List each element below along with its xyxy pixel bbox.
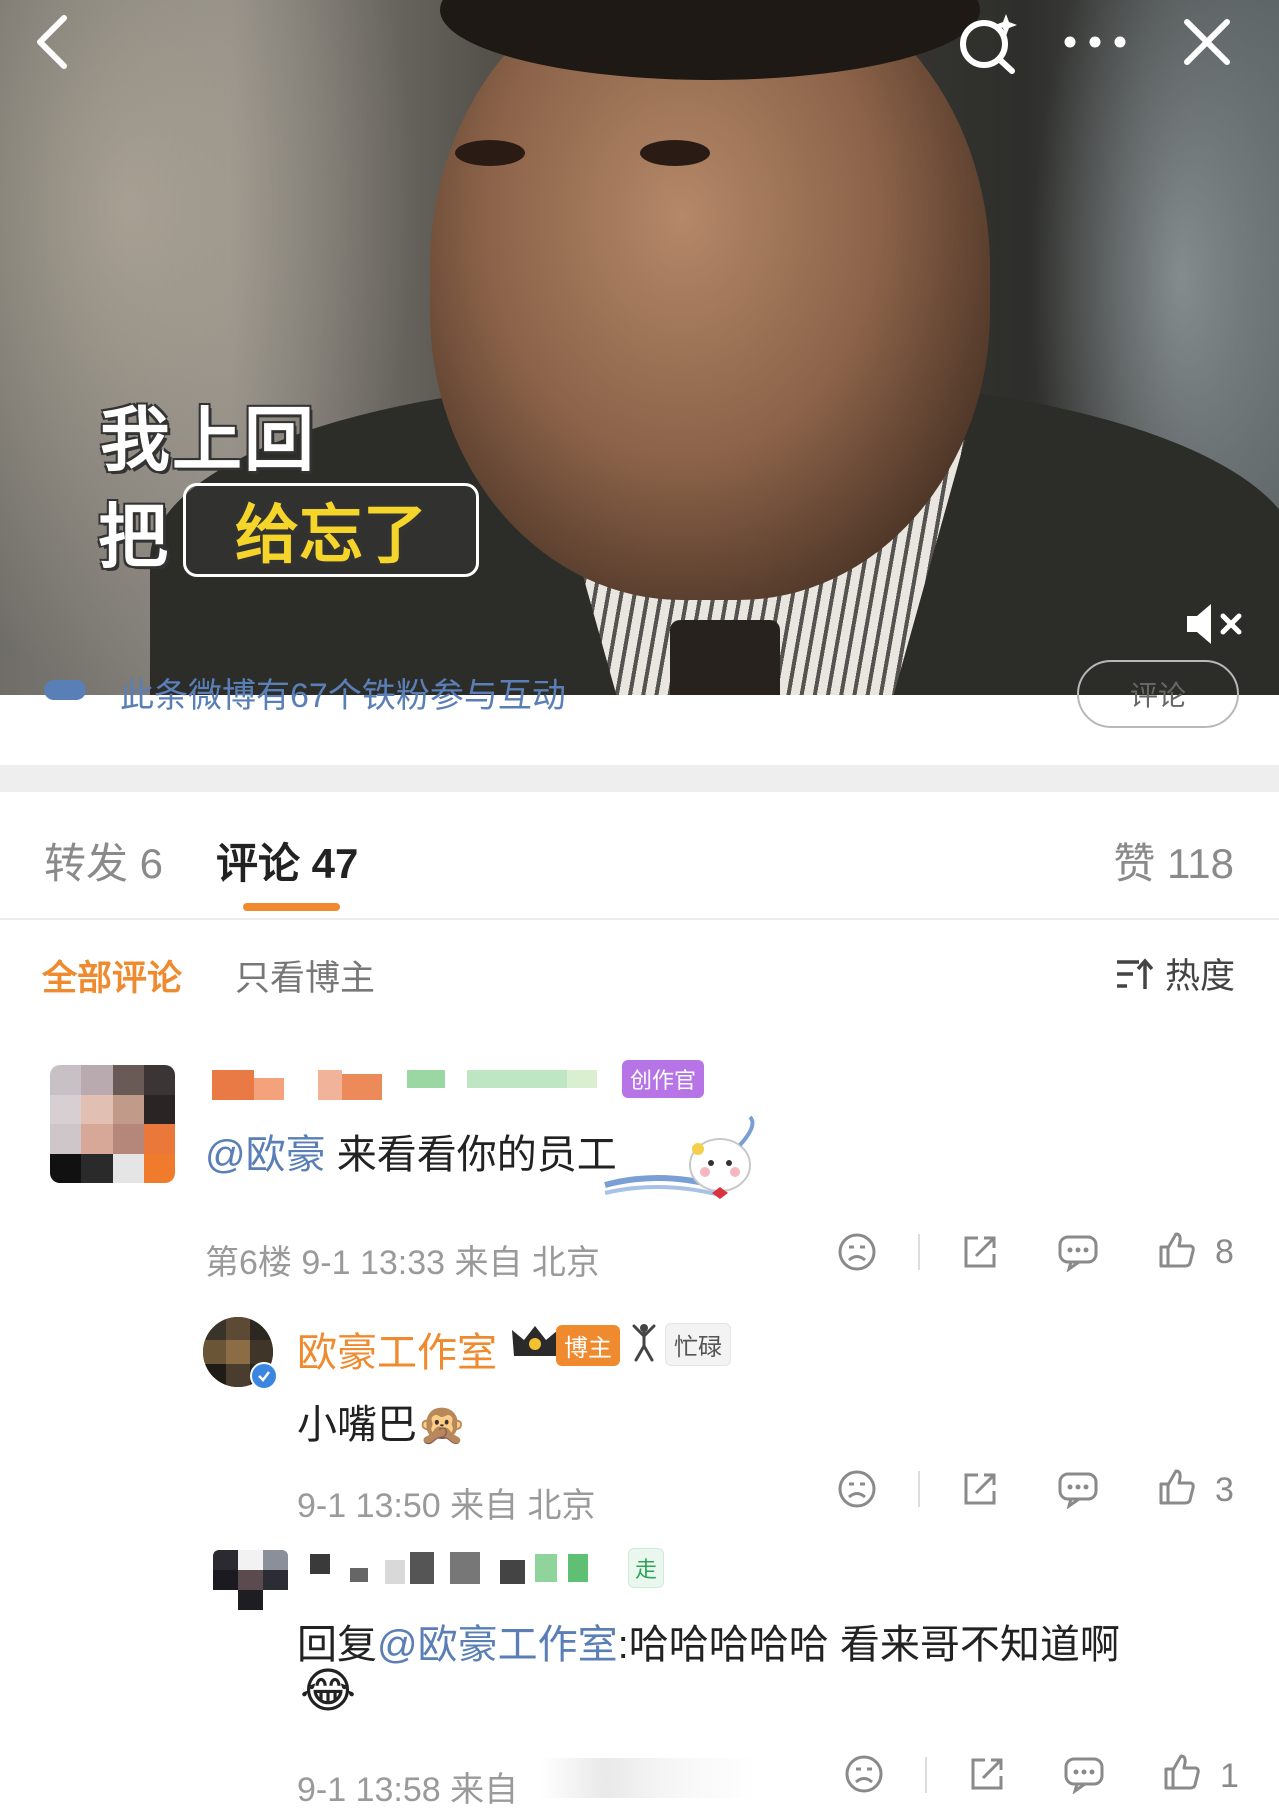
tab-reposts[interactable]: 转发 6	[44, 830, 163, 891]
filter-all-comments[interactable]: 全部评论	[42, 950, 182, 1001]
video-caption-line2: 把	[98, 498, 168, 576]
action-separator	[925, 1757, 927, 1793]
verified-icon	[250, 1362, 278, 1390]
back-chevron-icon	[37, 15, 67, 69]
share-icon	[971, 1758, 1003, 1790]
like-count: 3	[1215, 1471, 1234, 1509]
close-button[interactable]	[1175, 10, 1239, 74]
muted-speaker-icon	[1187, 604, 1242, 644]
back-button[interactable]	[20, 10, 84, 74]
like-count: 8	[1215, 1233, 1234, 1271]
share-button[interactable]	[958, 1467, 1002, 1511]
video-figure-tie	[670, 620, 780, 695]
action-separator	[918, 1471, 920, 1507]
comment-text: @欧豪 来看看你的员工	[205, 1122, 617, 1180]
mute-toggle-button[interactable]	[1180, 596, 1250, 652]
comment-body: 来看看你的员工	[325, 1133, 617, 1177]
section-divider	[0, 765, 1279, 792]
creator-badge: 创作官	[622, 1060, 705, 1098]
sort-label: 热度	[1164, 957, 1235, 996]
laughing-emoji: 😂	[300, 1665, 357, 1718]
comment-bubble-icon	[1058, 1472, 1098, 1509]
comment-body: :哈哈哈哈哈 看来哥不知道啊	[617, 1623, 1120, 1667]
share-button[interactable]	[965, 1752, 1009, 1796]
author-badge: 博主	[556, 1325, 620, 1366]
mention-link[interactable]: @欧豪	[205, 1133, 326, 1177]
like-button[interactable]	[1155, 1465, 1199, 1509]
sad-face-icon	[845, 1755, 883, 1793]
like-button[interactable]	[1160, 1750, 1204, 1794]
comment-bubble-icon	[1064, 1757, 1104, 1794]
more-button[interactable]	[1055, 10, 1135, 74]
comment-meta: 第6楼 9-1 13:33 来自 北京	[205, 1244, 600, 1282]
status-figure-icon	[628, 1322, 660, 1362]
blurred-meta	[540, 1758, 755, 1798]
video-figure-eye	[455, 140, 525, 166]
tabs-divider	[0, 918, 1279, 920]
status-badge: 忙碌	[665, 1323, 731, 1366]
fans-interaction-text: 此条微博有67个铁粉参与互动	[120, 677, 566, 715]
mention-link[interactable]: @欧豪工作室	[377, 1623, 618, 1667]
active-tab-indicator	[243, 903, 340, 911]
action-separator	[918, 1234, 920, 1270]
search-button[interactable]	[950, 6, 1024, 80]
tab-likes[interactable]: 赞 118	[1113, 830, 1234, 891]
share-icon	[964, 1473, 996, 1505]
like-button[interactable]	[1155, 1228, 1199, 1272]
like-count: 1	[1220, 1757, 1239, 1795]
video-figure-eye	[640, 140, 710, 166]
comment-meta: 9-1 13:58 来自	[297, 1771, 519, 1809]
username-mosaic[interactable]	[212, 1066, 612, 1102]
video-caption-line1: 我上回	[100, 401, 316, 479]
reply-button[interactable]	[1062, 1752, 1106, 1796]
tab-comments[interactable]: 评论 47	[216, 830, 358, 891]
comment-body: 小嘴巴🙊	[297, 1403, 467, 1447]
sort-button[interactable]: 热度	[1115, 948, 1235, 999]
sad-face-icon	[838, 1470, 876, 1508]
avatar-mosaic	[213, 1550, 288, 1610]
thumbs-up-icon	[1159, 1232, 1195, 1268]
video-player[interactable]: 我上回 把 给忘了	[0, 0, 1279, 695]
reply-prefix: 回复	[297, 1623, 377, 1667]
comment-bubble-icon	[1058, 1235, 1098, 1272]
reply-button[interactable]	[1056, 1467, 1100, 1511]
thumbs-up-icon	[1164, 1754, 1200, 1790]
avatar[interactable]	[50, 1065, 175, 1183]
avatar-mosaic	[50, 1065, 175, 1183]
author-name[interactable]: 欧豪工作室	[297, 1320, 497, 1378]
dislike-button[interactable]	[835, 1230, 879, 1274]
cat-decoration-icon	[600, 1115, 760, 1200]
crown-icon	[510, 1322, 560, 1360]
more-dots-icon	[1064, 36, 1126, 48]
comment-text: 回复@欧豪工作室:哈哈哈哈哈 看来哥不知道啊	[297, 1612, 1120, 1670]
sad-face-icon	[838, 1233, 876, 1271]
sort-icon	[1116, 957, 1153, 989]
video-figure-face	[430, 0, 990, 600]
comment-meta: 9-1 13:50 来自 北京	[297, 1487, 596, 1525]
avatar[interactable]	[213, 1550, 288, 1610]
comment-button[interactable]: 评论	[1077, 660, 1239, 728]
search-sparkle-icon	[960, 14, 1017, 74]
level-badge: 走	[628, 1548, 665, 1588]
dislike-button[interactable]	[835, 1467, 879, 1511]
close-icon	[1184, 19, 1230, 65]
video-caption-highlight: 给忘了	[235, 499, 427, 571]
fans-icon	[44, 680, 86, 700]
filter-author-only[interactable]: 只看博主	[235, 950, 375, 1001]
reply-button[interactable]	[1056, 1230, 1100, 1274]
username-mosaic[interactable]	[310, 1550, 640, 1590]
thumbs-up-icon	[1159, 1469, 1195, 1505]
share-button[interactable]	[958, 1230, 1002, 1274]
video-caption-highlight-box: 给忘了	[183, 483, 479, 577]
dislike-button[interactable]	[842, 1752, 886, 1796]
share-icon	[964, 1236, 996, 1268]
